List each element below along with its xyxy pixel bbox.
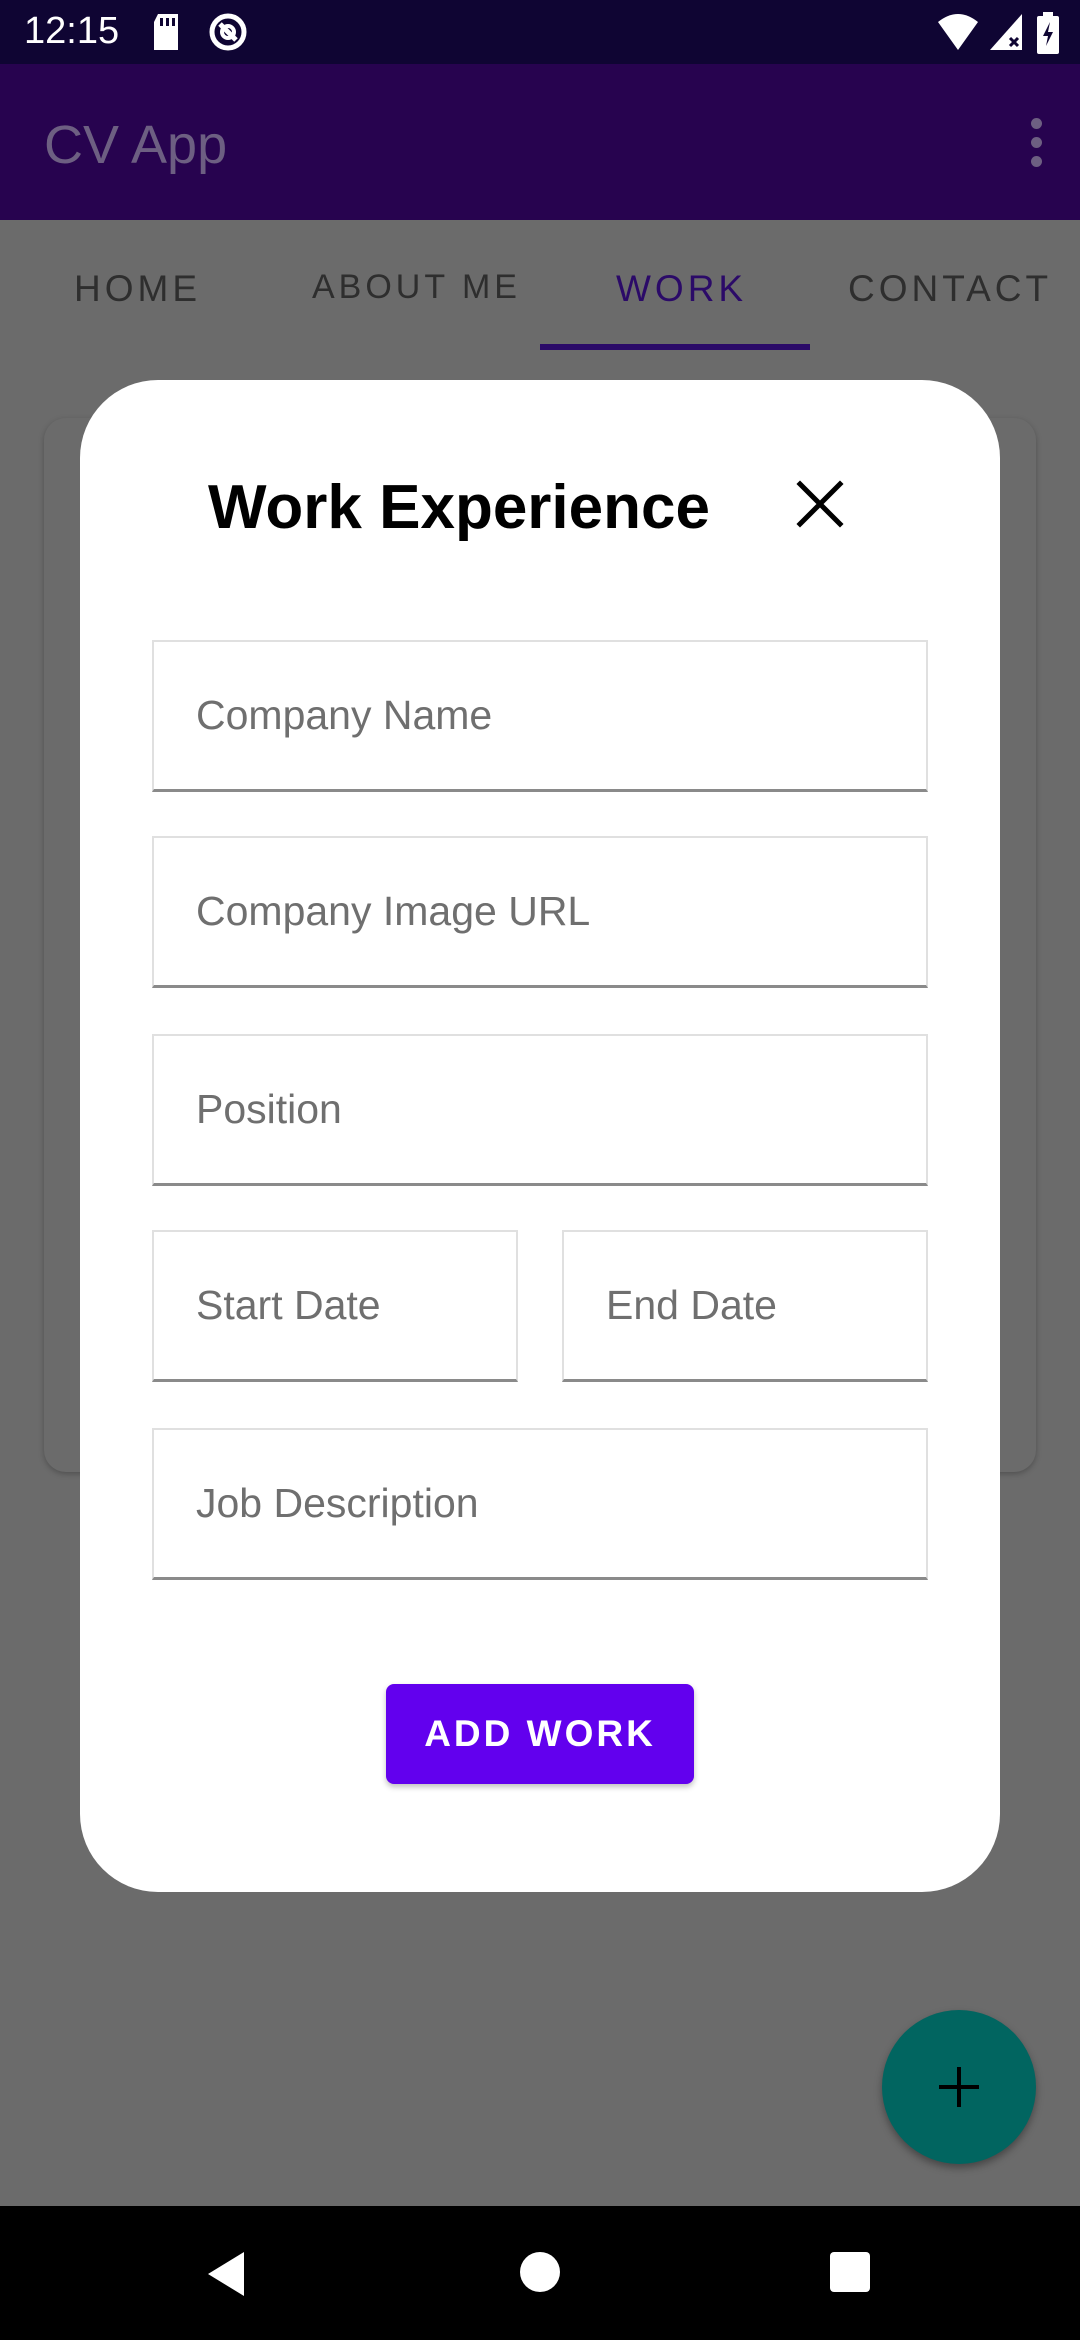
- add-work-button[interactable]: ADD WORK: [386, 1684, 694, 1784]
- close-icon[interactable]: [794, 478, 846, 530]
- sd-card-icon: [154, 14, 178, 50]
- job-description-input[interactable]: [154, 1430, 926, 1577]
- start-date-input[interactable]: [154, 1232, 516, 1379]
- recents-icon[interactable]: [828, 2250, 872, 2294]
- tab-indicator: [540, 344, 810, 350]
- work-experience-dialog: Work Experience ADD WORK: [80, 380, 1000, 1892]
- end-date-field[interactable]: [562, 1230, 928, 1382]
- app-title: CV App: [44, 115, 228, 175]
- plus-icon: [939, 2067, 979, 2107]
- position-input[interactable]: [154, 1036, 926, 1183]
- job-description-field[interactable]: [152, 1428, 928, 1580]
- navigation-bar: [0, 2206, 1080, 2340]
- overflow-menu-icon[interactable]: [1028, 118, 1044, 174]
- sync-icon: [209, 13, 247, 51]
- app-bar: CV App: [0, 64, 1080, 220]
- signal-icon: [990, 14, 1022, 50]
- tab-contact[interactable]: CONTACT: [848, 268, 1052, 310]
- company-image-url-field[interactable]: [152, 836, 928, 988]
- tab-bar: HOME ABOUT ME WORK CONTACT: [0, 220, 1080, 352]
- status-bar: 12:15: [0, 0, 1080, 64]
- battery-icon: [1037, 12, 1059, 54]
- tab-about-me[interactable]: ABOUT ME: [312, 268, 521, 307]
- tab-work[interactable]: WORK: [616, 268, 747, 310]
- dialog-title: Work Experience: [208, 473, 710, 542]
- wifi-icon: [938, 14, 978, 50]
- company-name-field[interactable]: [152, 640, 928, 792]
- start-date-field[interactable]: [152, 1230, 518, 1382]
- add-fab[interactable]: [882, 2010, 1036, 2164]
- status-time: 12:15: [24, 10, 120, 52]
- position-field[interactable]: [152, 1034, 928, 1186]
- company-name-input[interactable]: [154, 642, 926, 789]
- end-date-input[interactable]: [564, 1232, 926, 1379]
- home-icon[interactable]: [518, 2250, 562, 2294]
- back-icon[interactable]: [204, 2250, 248, 2298]
- tab-home[interactable]: HOME: [74, 268, 201, 310]
- company-image-url-input[interactable]: [154, 838, 926, 985]
